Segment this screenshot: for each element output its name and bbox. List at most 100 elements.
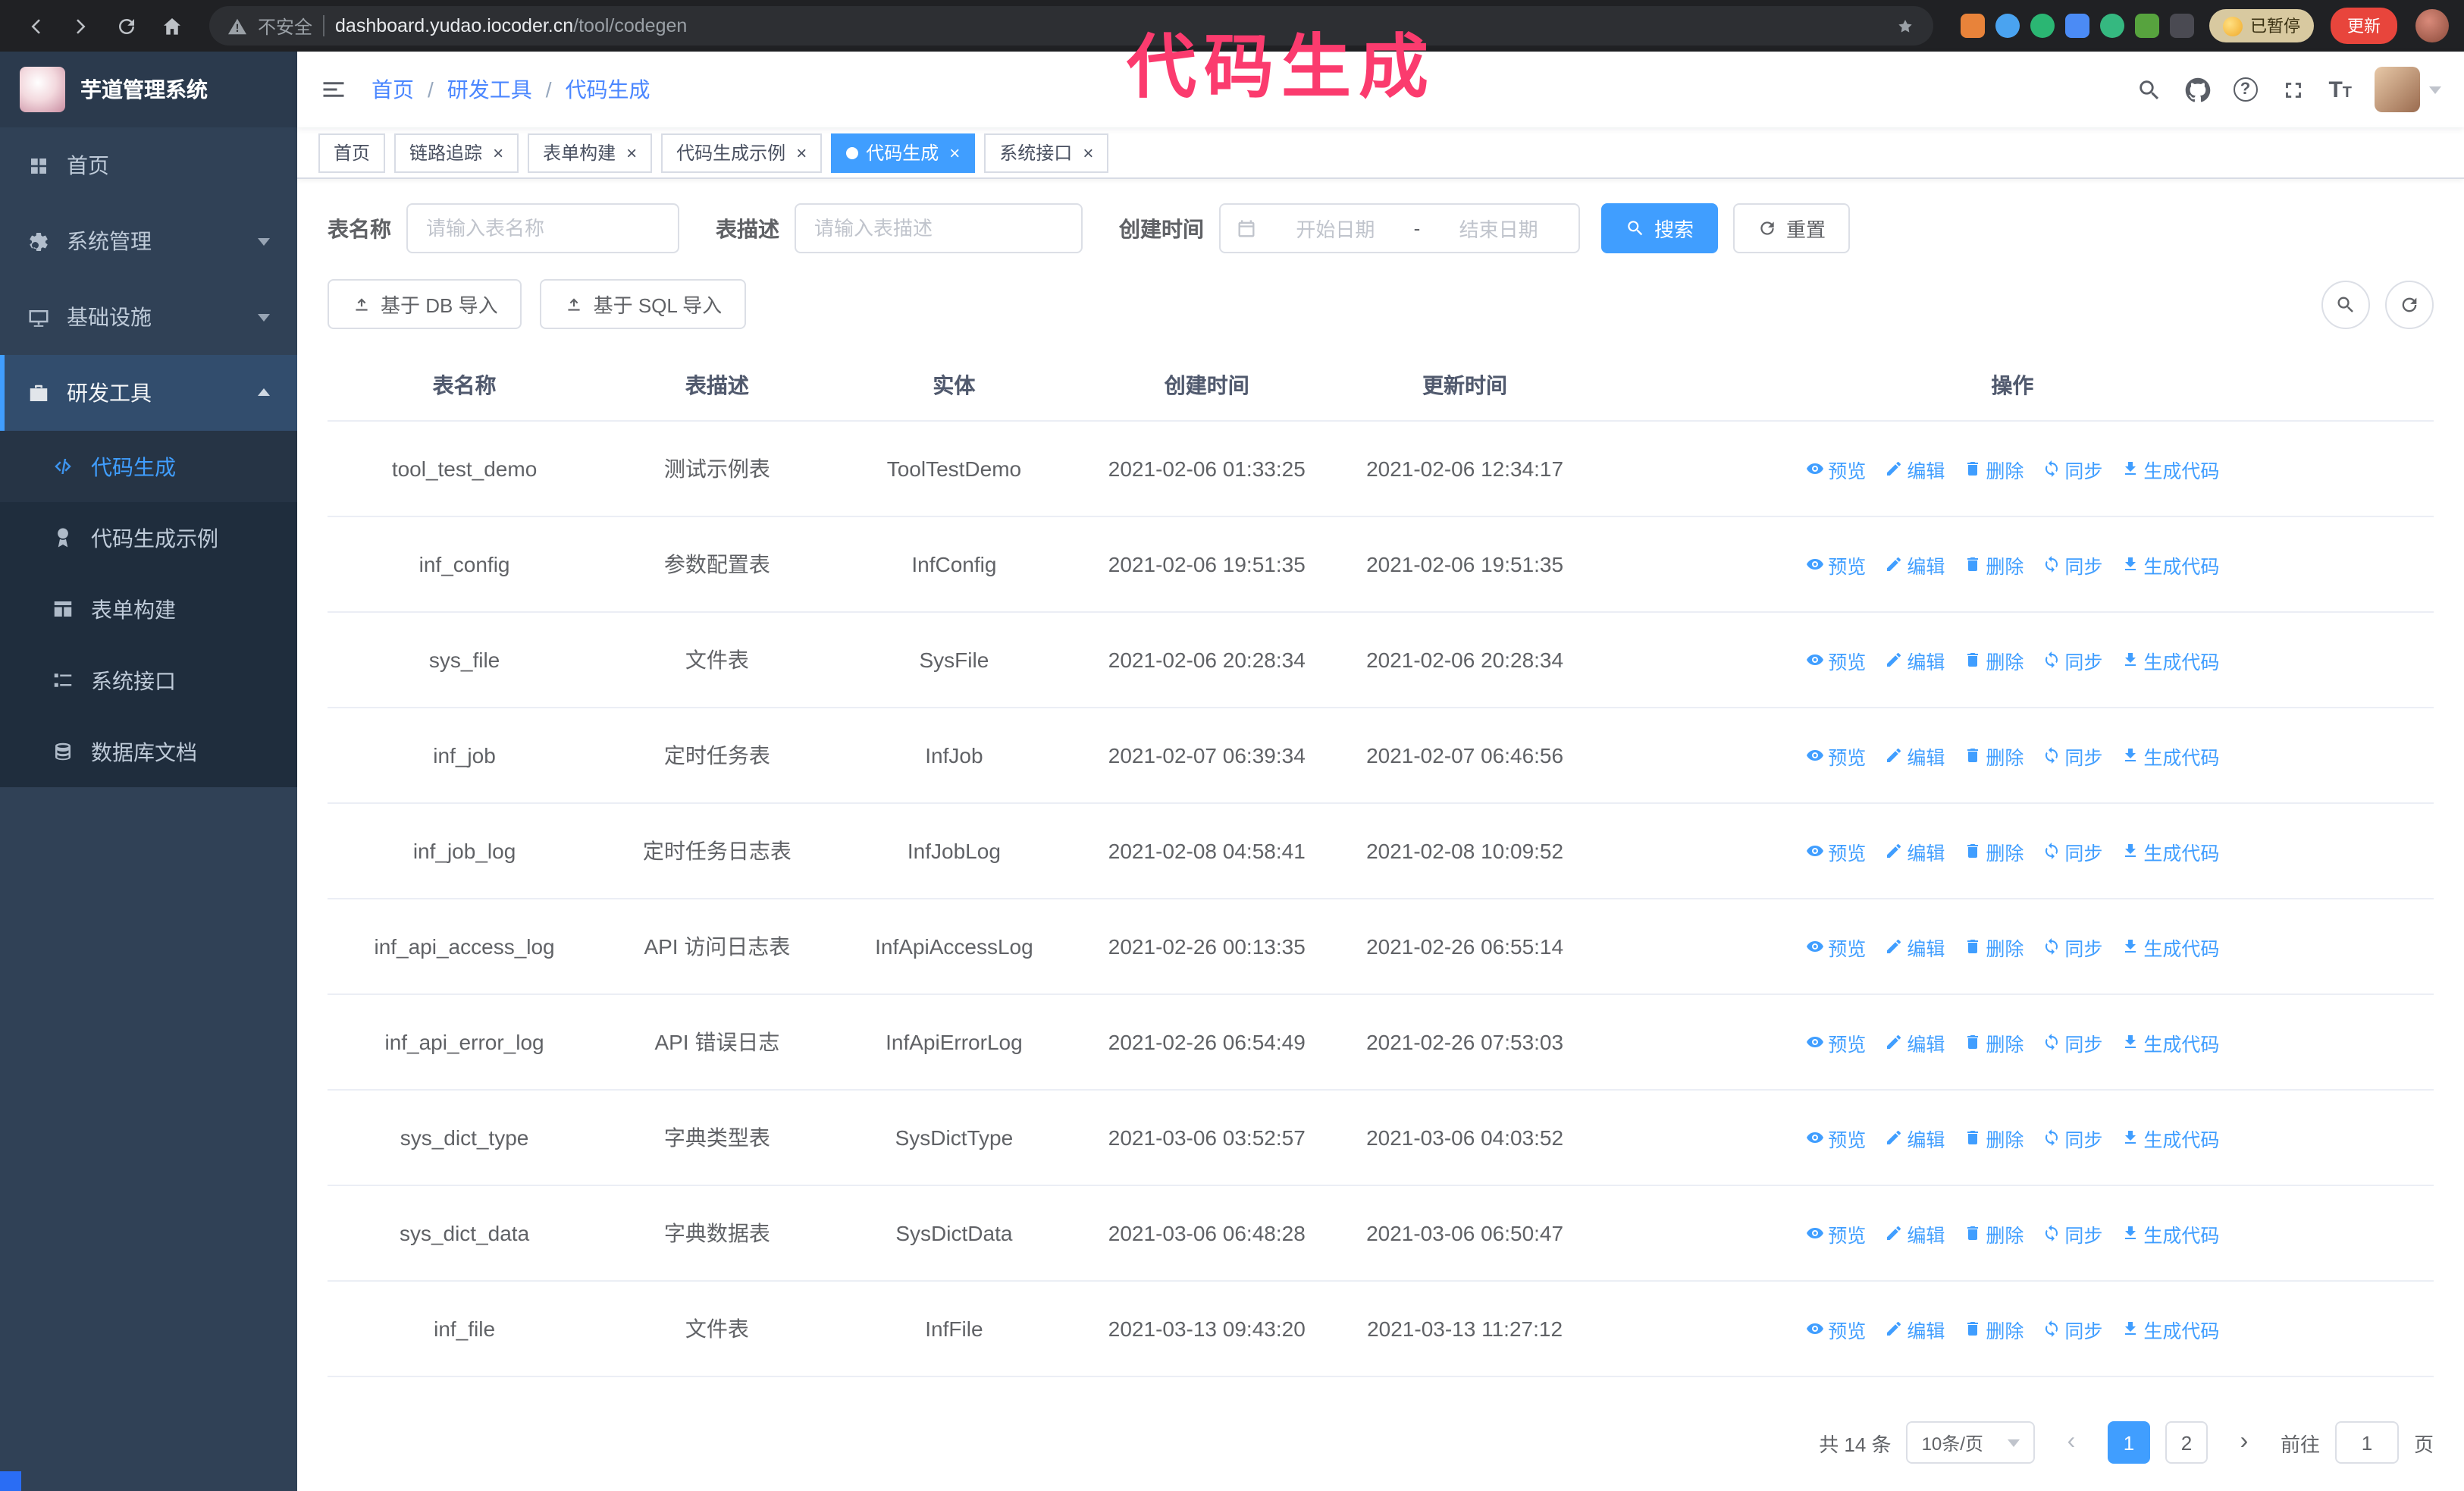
preview-link[interactable]: 预览 <box>1805 1314 1866 1343</box>
paused-badge[interactable]: 已暂停 <box>2209 9 2314 42</box>
edit-link[interactable]: 编辑 <box>1884 932 1945 961</box>
sync-link[interactable]: 同步 <box>2042 550 2102 579</box>
generate-code-link[interactable]: 生成代码 <box>2121 1219 2219 1248</box>
tab[interactable]: 系统接口 <box>984 133 1109 172</box>
sidebar-item[interactable]: 系统管理 <box>0 203 297 279</box>
delete-link[interactable]: 删除 <box>1963 1028 2024 1056</box>
delete-link[interactable]: 删除 <box>1963 645 2024 674</box>
generate-code-link[interactable]: 生成代码 <box>2121 454 2219 483</box>
sync-link[interactable]: 同步 <box>2042 645 2102 674</box>
generate-code-link[interactable]: 生成代码 <box>2121 741 2219 770</box>
tab[interactable]: 代码生成 <box>831 133 976 172</box>
generate-code-link[interactable]: 生成代码 <box>2121 1314 2219 1343</box>
page-button-1[interactable]: 1 <box>2107 1421 2150 1464</box>
edit-link[interactable]: 编辑 <box>1884 1219 1945 1248</box>
edit-link[interactable]: 编辑 <box>1884 645 1945 674</box>
extension-icon[interactable] <box>1961 14 1985 38</box>
font-size-icon[interactable] <box>2328 77 2352 102</box>
user-avatar[interactable] <box>2375 67 2441 112</box>
sync-link[interactable]: 同步 <box>2042 741 2102 770</box>
preview-link[interactable]: 预览 <box>1805 1219 1866 1248</box>
url-bar[interactable]: 不安全 dashboard.yudao.iocoder.cn/tool/code… <box>209 6 1933 46</box>
edit-link[interactable]: 编辑 <box>1884 1314 1945 1343</box>
date-range-input[interactable]: 开始日期 - 结束日期 <box>1219 203 1580 253</box>
generate-code-link[interactable]: 生成代码 <box>2121 550 2219 579</box>
preview-link[interactable]: 预览 <box>1805 454 1866 483</box>
generate-code-link[interactable]: 生成代码 <box>2121 837 2219 865</box>
close-icon[interactable] <box>949 143 960 162</box>
sync-link[interactable]: 同步 <box>2042 1219 2102 1248</box>
search-icon[interactable] <box>2136 77 2161 102</box>
tab[interactable]: 代码生成示例 <box>661 133 823 172</box>
sidebar-subitem[interactable]: 表单构建 <box>0 573 297 645</box>
delete-link[interactable]: 删除 <box>1963 741 2024 770</box>
delete-link[interactable]: 删除 <box>1963 550 2024 579</box>
delete-link[interactable]: 删除 <box>1963 1123 2024 1152</box>
reload-icon[interactable] <box>106 6 146 46</box>
sidebar-subitem[interactable]: 代码生成示例 <box>0 502 297 573</box>
close-icon[interactable] <box>796 143 807 162</box>
delete-link[interactable]: 删除 <box>1963 932 2024 961</box>
generate-code-link[interactable]: 生成代码 <box>2121 1028 2219 1056</box>
extension-icon[interactable] <box>2065 14 2089 38</box>
edit-link[interactable]: 编辑 <box>1884 837 1945 865</box>
sync-link[interactable]: 同步 <box>2042 1123 2102 1152</box>
reset-button[interactable]: 重置 <box>1733 203 1851 253</box>
delete-link[interactable]: 删除 <box>1963 454 2024 483</box>
search-button[interactable]: 搜索 <box>1601 203 1719 253</box>
generate-code-link[interactable]: 生成代码 <box>2121 932 2219 961</box>
extension-icon[interactable] <box>1995 14 2020 38</box>
preview-link[interactable]: 预览 <box>1805 741 1866 770</box>
extension-icon[interactable] <box>2170 14 2194 38</box>
extension-icon[interactable] <box>2135 14 2159 38</box>
table-desc-input[interactable] <box>795 203 1083 253</box>
close-icon[interactable] <box>493 143 503 162</box>
sync-link[interactable]: 同步 <box>2042 1314 2102 1343</box>
sidebar-subitem[interactable]: 系统接口 <box>0 645 297 716</box>
tab[interactable]: 链路追踪 <box>394 133 519 172</box>
extension-icon[interactable] <box>2100 14 2124 38</box>
preview-link[interactable]: 预览 <box>1805 645 1866 674</box>
sidebar-subitem[interactable]: 代码生成 <box>0 431 297 502</box>
tab[interactable]: 表单构建 <box>528 133 653 172</box>
generate-code-link[interactable]: 生成代码 <box>2121 1123 2219 1152</box>
breadcrumb-item[interactable]: 研发工具 <box>447 74 532 105</box>
breadcrumb-item[interactable]: 首页 <box>371 74 414 105</box>
page-button-2[interactable]: 2 <box>2165 1421 2208 1464</box>
edit-link[interactable]: 编辑 <box>1884 454 1945 483</box>
preview-link[interactable]: 预览 <box>1805 550 1866 579</box>
back-icon[interactable] <box>15 6 55 46</box>
close-icon[interactable] <box>626 143 637 162</box>
forward-icon[interactable] <box>61 6 100 46</box>
toggle-search-button[interactable] <box>2321 280 2370 328</box>
update-button[interactable]: 更新 <box>2331 8 2397 44</box>
import-sql-button[interactable]: 基于 SQL 导入 <box>540 279 747 329</box>
sync-link[interactable]: 同步 <box>2042 1028 2102 1056</box>
github-icon[interactable] <box>2184 77 2210 102</box>
breadcrumb-item[interactable]: 代码生成 <box>566 74 650 105</box>
sidebar-item[interactable]: 研发工具 <box>0 355 297 431</box>
edit-link[interactable]: 编辑 <box>1884 550 1945 579</box>
preview-link[interactable]: 预览 <box>1805 932 1866 961</box>
hamburger-icon[interactable] <box>320 76 347 103</box>
profile-avatar[interactable] <box>2415 9 2449 42</box>
import-db-button[interactable]: 基于 DB 导入 <box>328 279 522 329</box>
sidebar-item[interactable]: 首页 <box>0 127 297 203</box>
edit-link[interactable]: 编辑 <box>1884 1028 1945 1056</box>
sidebar-item[interactable]: 基础设施 <box>0 279 297 355</box>
extension-icon[interactable] <box>2030 14 2055 38</box>
preview-link[interactable]: 预览 <box>1805 837 1866 865</box>
sync-link[interactable]: 同步 <box>2042 454 2102 483</box>
home-icon[interactable] <box>152 6 191 46</box>
next-page-button[interactable]: › <box>2223 1421 2265 1464</box>
goto-page-input[interactable] <box>2334 1421 2399 1464</box>
prev-page-button[interactable]: ‹ <box>2050 1421 2093 1464</box>
edit-link[interactable]: 编辑 <box>1884 741 1945 770</box>
delete-link[interactable]: 删除 <box>1963 837 2024 865</box>
preview-link[interactable]: 预览 <box>1805 1123 1866 1152</box>
refresh-table-button[interactable] <box>2385 280 2434 328</box>
sync-link[interactable]: 同步 <box>2042 837 2102 865</box>
tab[interactable]: 首页 <box>318 133 386 172</box>
delete-link[interactable]: 删除 <box>1963 1219 2024 1248</box>
generate-code-link[interactable]: 生成代码 <box>2121 645 2219 674</box>
